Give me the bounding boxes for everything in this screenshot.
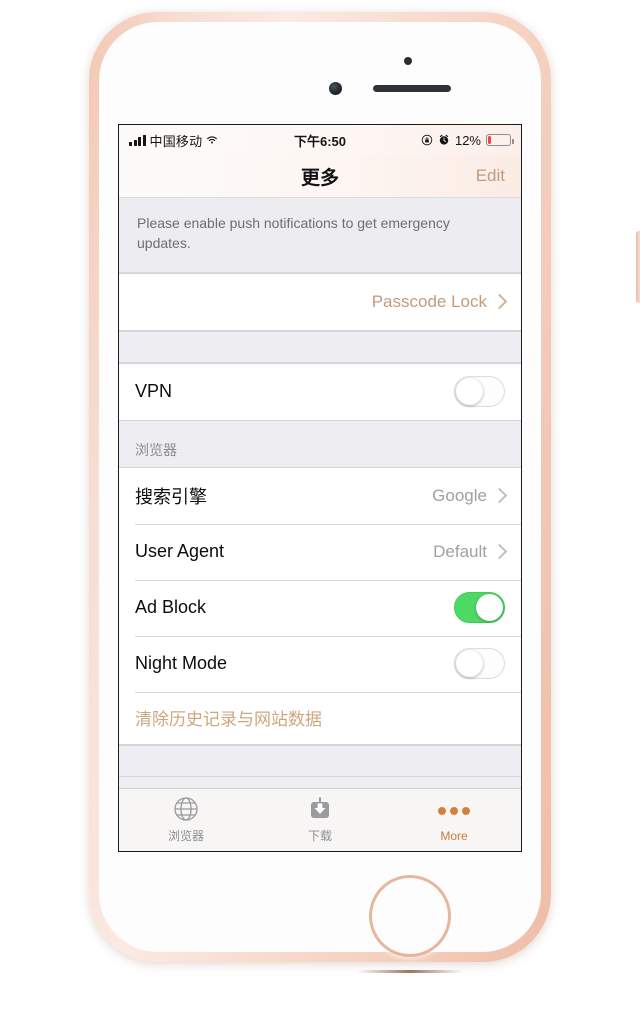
power-button[interactable]: [636, 231, 640, 303]
status-bar: 中国移动 下午6:50 12%: [119, 125, 521, 155]
row-value: Passcode Lock: [371, 291, 487, 311]
row-vpn[interactable]: VPN: [119, 363, 521, 420]
vpn-toggle[interactable]: [454, 376, 505, 408]
tab-label: More: [440, 828, 468, 843]
night-mode-toggle[interactable]: [454, 648, 505, 680]
rotation-lock-icon: [421, 134, 433, 146]
passcode-group: Passcode Lock: [119, 272, 521, 331]
phone-screen: 中国移动 下午6:50 12% 更多 Edit Please enable pu…: [118, 124, 522, 852]
download-icon: [307, 796, 333, 822]
row-label: User Agent: [135, 541, 225, 562]
home-button[interactable]: [372, 878, 448, 954]
vpn-group: VPN: [119, 362, 521, 421]
ad-block-toggle[interactable]: [454, 592, 505, 624]
front-camera-icon: [329, 82, 342, 95]
signal-bars-icon: [129, 134, 146, 146]
tab-label: 下载: [307, 829, 332, 843]
toggle-knob: [456, 650, 483, 678]
ellipsis-icon: [438, 798, 470, 824]
proximity-sensor-icon: [404, 57, 412, 65]
carrier-label: 中国移动: [149, 133, 203, 149]
tab-browser[interactable]: 浏览器: [119, 796, 253, 844]
navigation-bar: 更多 Edit: [119, 155, 521, 198]
push-notification-banner: Please enable push notifications to get …: [119, 198, 521, 273]
row-accessory: [454, 592, 505, 624]
chevron-right-icon: [491, 487, 508, 504]
bottom-seam: [357, 970, 463, 973]
row-passcode-lock[interactable]: Passcode Lock: [119, 273, 521, 330]
battery-percent-label: 12%: [454, 132, 481, 148]
toggle-knob: [476, 594, 503, 622]
earpiece-speaker: [373, 85, 451, 92]
browser-section-header: 浏览器: [119, 420, 521, 467]
row-label: Ad Block: [135, 597, 207, 618]
row-label: VPN: [135, 381, 173, 402]
row-clear-history[interactable]: 清除历史记录与网站数据: [119, 691, 521, 744]
section-gap-2: [119, 744, 521, 777]
row-accessory: Default: [433, 541, 508, 562]
section-gap-1: [119, 330, 521, 363]
row-accessory: Passcode Lock: [371, 291, 508, 312]
row-night-mode[interactable]: Night Mode: [119, 635, 521, 692]
row-accessory: Google: [432, 485, 508, 506]
tab-label: 浏览器: [167, 829, 204, 843]
row-accessory: [454, 648, 505, 680]
battery-fill: [488, 136, 491, 144]
row-search-engine[interactable]: 搜索引擎 Google: [119, 467, 521, 524]
page-title: 更多: [300, 167, 339, 189]
row-label: 搜索引擎: [135, 486, 207, 507]
status-bar-left: 中国移动: [129, 131, 218, 150]
alarm-clock-icon: [439, 134, 449, 145]
row-value: Google: [432, 485, 487, 505]
status-bar-right: 12%: [421, 132, 514, 148]
edit-button[interactable]: Edit: [476, 166, 505, 186]
tab-bar: 浏览器 下载 More: [119, 788, 521, 851]
wifi-icon: [207, 136, 218, 144]
toggle-knob: [456, 378, 483, 406]
chevron-right-icon: [491, 293, 508, 310]
clear-history-label: 清除历史记录与网站数据: [135, 710, 322, 730]
browser-group: 搜索引擎 Google User Agent Default Ad Block: [119, 466, 521, 745]
row-ad-block[interactable]: Ad Block: [119, 579, 521, 636]
row-value: Default: [433, 541, 487, 561]
row-user-agent[interactable]: User Agent Default: [119, 523, 521, 580]
row-label: Night Mode: [135, 653, 228, 674]
tab-more[interactable]: More: [387, 798, 521, 843]
tab-downloads[interactable]: 下载: [253, 796, 387, 844]
battery-icon: [486, 134, 514, 146]
row-accessory: [454, 376, 505, 408]
settings-list[interactable]: Please enable push notifications to get …: [119, 198, 521, 788]
globe-icon: [173, 796, 199, 822]
chevron-right-icon: [491, 543, 508, 560]
